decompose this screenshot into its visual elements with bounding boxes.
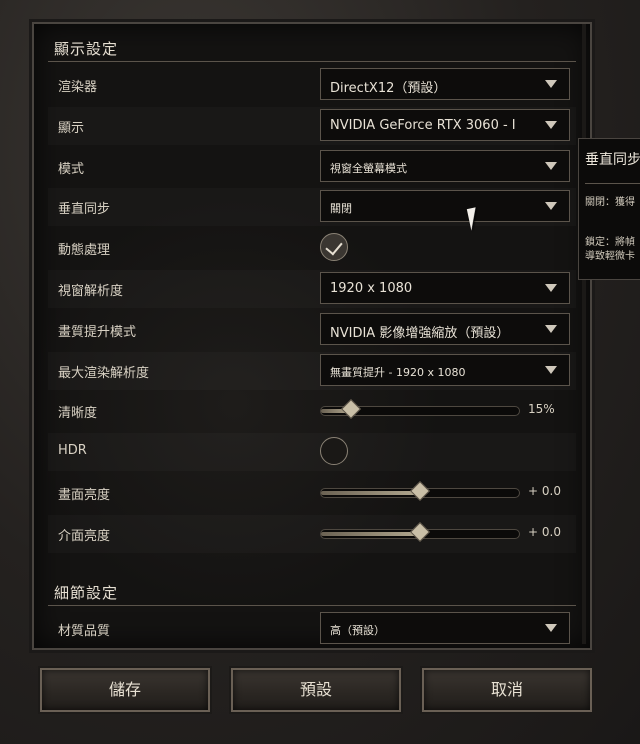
- setting-row: 垂直同步 關閉: [48, 188, 576, 226]
- dropdown-value: NVIDIA 影像增強縮放（預設）: [330, 325, 510, 341]
- setting-label: 介面亮度: [58, 528, 111, 544]
- setting-label: 顯示: [58, 120, 85, 136]
- setting-row: 模式 視窗全螢幕模式: [48, 148, 576, 186]
- section-divider: [48, 605, 576, 606]
- tooltip-line: 鎖定：將幀: [585, 237, 635, 248]
- checkmark-icon: [325, 237, 343, 256]
- setting-label: HDR: [58, 443, 87, 459]
- dropdown-value: 視窗全螢幕模式: [330, 161, 407, 175]
- slider-thumb[interactable]: [410, 481, 430, 501]
- slider-thumb[interactable]: [410, 521, 430, 542]
- setting-dropdown[interactable]: 高（預設）: [320, 612, 570, 644]
- dropdown-value: 無畫質提升 - 1920 x 1080: [330, 365, 466, 379]
- setting-label: 視窗解析度: [58, 284, 124, 299]
- chevron-down-icon: [545, 624, 557, 632]
- setting-row: 畫質提升模式 NVIDIA 影像增強縮放（預設）: [48, 311, 576, 349]
- dropdown-value: 關閉: [330, 202, 352, 216]
- settings-panel: 顯示設定 渲染器 DirectX12（預設） 顯示 NVIDIA GeForce RT…: [32, 22, 592, 650]
- setting-slider[interactable]: [320, 399, 520, 420]
- tooltip-divider: [585, 183, 640, 184]
- chevron-down-icon: [545, 324, 557, 333]
- slider-value: 15%: [528, 402, 555, 417]
- dropdown-value: DirectX12（預設）: [330, 81, 447, 96]
- tooltip-line: 關閉：獲得: [585, 197, 635, 208]
- section-divider: [48, 61, 576, 62]
- setting-row: 動態處理: [48, 229, 576, 267]
- default-button[interactable]: 預設: [231, 668, 401, 712]
- slider-fill: [321, 491, 420, 495]
- setting-dropdown[interactable]: NVIDIA GeForce RTX 3060 - I: [320, 108, 570, 141]
- setting-row: 渲染器 DirectX12（預設）: [48, 66, 576, 104]
- dropdown-value: 高（預設）: [330, 624, 385, 637]
- setting-slider[interactable]: [320, 521, 520, 542]
- setting-checkbox[interactable]: [320, 437, 348, 466]
- tooltip-panel: 垂直同步 關閉：獲得 鎖定：將幀 導致輕微卡: [578, 138, 640, 280]
- setting-dropdown[interactable]: 1920 x 1080: [320, 272, 570, 304]
- setting-dropdown[interactable]: 關閉: [320, 190, 570, 223]
- chevron-down-icon: [545, 80, 557, 88]
- dropdown-value: NVIDIA GeForce RTX 3060 - I: [330, 117, 516, 133]
- chevron-down-icon: [545, 202, 557, 211]
- setting-label: 模式: [58, 161, 85, 177]
- setting-dropdown[interactable]: 無畫質提升 - 1920 x 1080: [320, 353, 570, 386]
- setting-label: 畫質提升模式: [58, 324, 137, 340]
- chevron-down-icon: [545, 120, 557, 129]
- setting-row: 視窗解析度 1920 x 1080: [48, 270, 576, 308]
- setting-label: 清晰度: [58, 406, 98, 422]
- setting-slider[interactable]: [320, 481, 520, 501]
- setting-row: 清晰度 15%: [48, 392, 576, 430]
- setting-checkbox[interactable]: [320, 233, 348, 262]
- chevron-down-icon: [545, 365, 557, 374]
- setting-row: 最大渲染解析度 無畫質提升 - 1920 x 1080: [48, 352, 576, 390]
- setting-row: 畫面亮度 + 0.0: [48, 474, 576, 512]
- setting-row: 介面亮度 + 0.0: [48, 515, 576, 553]
- detail-section-title: 細節設定: [54, 584, 119, 602]
- setting-label: 最大渲染解析度: [58, 365, 150, 381]
- setting-label: 畫面亮度: [58, 488, 111, 503]
- slider-value: + 0.0: [528, 524, 561, 539]
- scrollbar[interactable]: [582, 24, 586, 644]
- display-section-title: 顯示設定: [54, 40, 119, 58]
- setting-label: 渲染器: [58, 80, 98, 95]
- slider-fill: [321, 531, 420, 536]
- slider-thumb[interactable]: [340, 399, 361, 420]
- setting-row: HDR: [48, 433, 576, 471]
- save-button[interactable]: 儲存: [40, 668, 210, 712]
- tooltip-title: 垂直同步: [585, 152, 640, 168]
- tooltip-line: 導致輕微卡: [585, 251, 635, 262]
- bottom-button-bar: 儲存 預設 取消: [32, 660, 602, 720]
- setting-label: 垂直同步: [58, 202, 111, 218]
- setting-row: 顯示 NVIDIA GeForce RTX 3060 - I: [48, 107, 576, 145]
- dropdown-value: 1920 x 1080: [330, 281, 413, 296]
- setting-label: 材質品質: [58, 624, 111, 639]
- slider-value: + 0.0: [528, 484, 561, 498]
- chevron-down-icon: [545, 161, 557, 170]
- setting-row: 材質品質 高（預設）: [48, 610, 576, 648]
- setting-label: 動態處理: [58, 243, 111, 259]
- setting-dropdown[interactable]: DirectX12（預設）: [320, 68, 570, 100]
- chevron-down-icon: [545, 284, 557, 292]
- setting-dropdown[interactable]: NVIDIA 影像增強縮放（預設）: [320, 312, 570, 345]
- setting-dropdown[interactable]: 視窗全螢幕模式: [320, 149, 570, 182]
- cancel-button[interactable]: 取消: [422, 668, 592, 712]
